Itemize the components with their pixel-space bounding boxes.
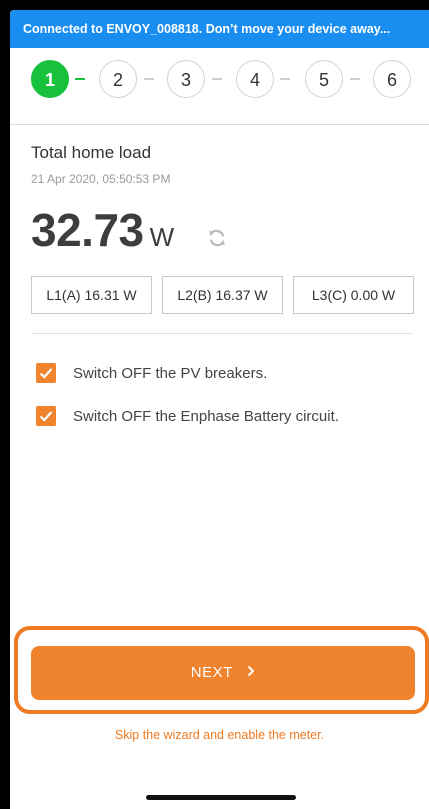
load-unit: W xyxy=(149,222,175,252)
step-5[interactable]: 5 xyxy=(305,60,343,98)
step-2[interactable]: 2 xyxy=(99,60,137,98)
home-indicator xyxy=(146,795,296,800)
next-button-label: NEXT xyxy=(190,664,233,681)
divider xyxy=(31,333,413,334)
phase-l2: L2(B) 16.37 W xyxy=(162,276,283,314)
step-connector xyxy=(212,78,222,80)
checklist-label: Switch OFF the Enphase Battery circuit. xyxy=(73,408,339,425)
step-3[interactable]: 3 xyxy=(167,60,205,98)
checkbox-checked-icon[interactable] xyxy=(36,363,56,383)
step-connector xyxy=(350,78,360,80)
chevron-right-icon xyxy=(247,665,255,677)
refresh-icon[interactable] xyxy=(205,226,229,250)
step-1[interactable]: 1 xyxy=(31,60,69,98)
connection-banner: Connected to ENVOY_008818. Don’t move yo… xyxy=(10,10,429,48)
checklist-label: Switch OFF the PV breakers. xyxy=(73,365,268,382)
step-connector xyxy=(75,78,85,80)
phone-frame: Connected to ENVOY_008818. Don’t move yo… xyxy=(0,0,429,809)
connection-banner-text: Connected to ENVOY_008818. Don’t move yo… xyxy=(23,22,391,36)
load-value: 32.73 xyxy=(31,204,144,256)
wizard-stepper: 1 2 3 4 5 6 xyxy=(10,48,429,125)
load-title: Total home load xyxy=(31,143,152,162)
step-4[interactable]: 4 xyxy=(236,60,274,98)
skip-wizard-link[interactable]: Skip the wizard and enable the meter. xyxy=(10,728,429,742)
load-timestamp: 21 Apr 2020, 05:50:53 PM xyxy=(31,172,171,186)
phase-l3: L3(C) 0.00 W xyxy=(293,276,414,314)
step-connector xyxy=(144,78,154,80)
step-connector xyxy=(280,78,290,80)
phase-l1: L1(A) 16.31 W xyxy=(31,276,152,314)
load-readout: 32.73 W xyxy=(31,203,174,257)
next-button[interactable]: NEXT xyxy=(31,646,415,700)
checkbox-checked-icon[interactable] xyxy=(36,406,56,426)
app-screen: Connected to ENVOY_008818. Don’t move yo… xyxy=(10,10,429,809)
step-6[interactable]: 6 xyxy=(373,60,411,98)
